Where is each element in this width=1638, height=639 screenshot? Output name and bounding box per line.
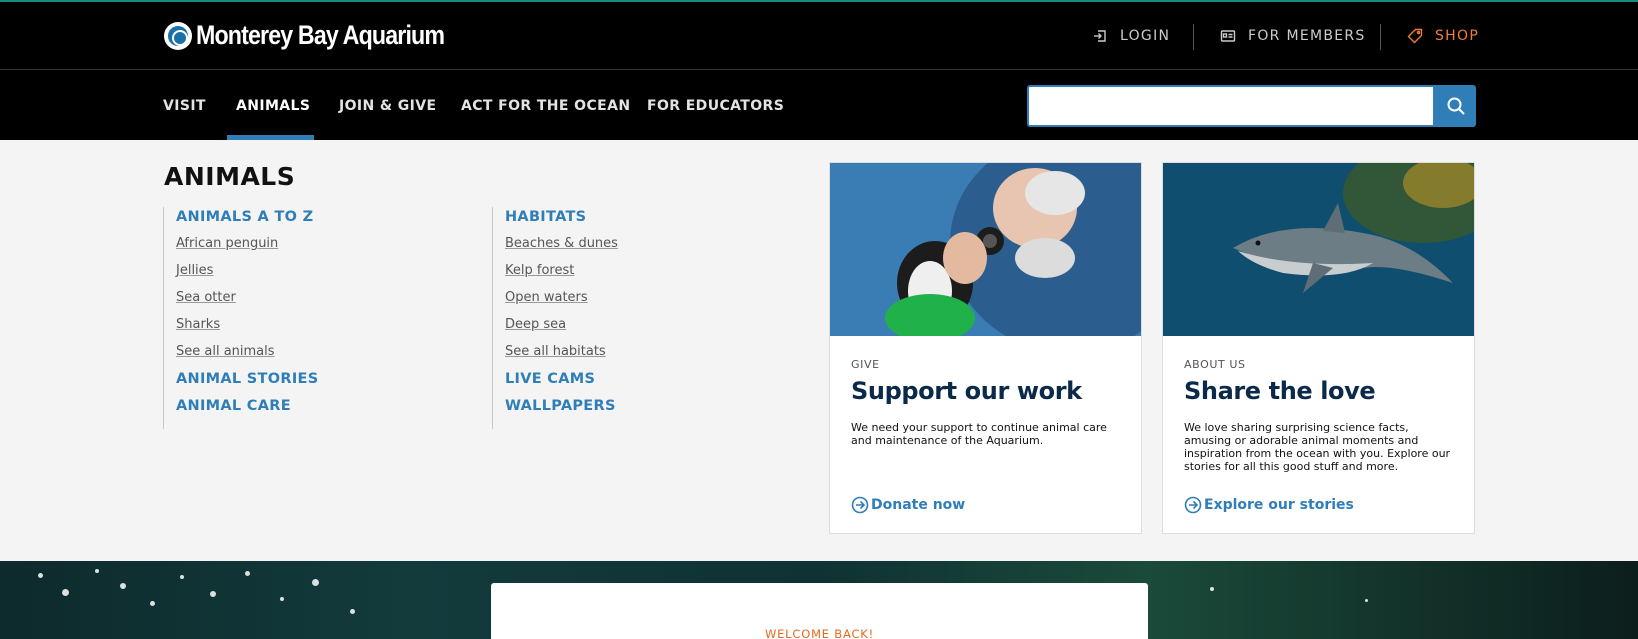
bubble — [1365, 599, 1368, 602]
wallpapers-link[interactable]: WALLPAPERS — [505, 396, 792, 423]
habitats-link[interactable]: HABITATS — [505, 207, 792, 234]
support-card[interactable]: GIVE Support our work We need your suppo… — [829, 162, 1142, 534]
animals-a-to-z-link[interactable]: ANIMALS A TO Z — [176, 207, 463, 234]
bubble — [210, 591, 216, 597]
login-label: LOGIN — [1120, 28, 1171, 44]
welcome-message: WELCOME BACK! — [764, 627, 875, 639]
menu-column-animals: ANIMALS A TO Z African penguin Jellies S… — [163, 207, 463, 429]
animal-stories-link[interactable]: ANIMAL STORIES — [176, 369, 463, 396]
search-button[interactable] — [1435, 85, 1476, 127]
search-input[interactable] — [1027, 85, 1435, 127]
menu-link-open-waters[interactable]: Open waters — [505, 288, 792, 315]
donate-now-label: Donate now — [871, 497, 966, 513]
top-bar: Monterey Bay Aquarium LOGIN FOR MEMBERS … — [0, 0, 1638, 70]
nav-item-join-give[interactable]: JOIN & GIVE — [339, 98, 437, 114]
animal-care-link[interactable]: ANIMAL CARE — [176, 396, 463, 423]
tag-icon — [1407, 28, 1423, 44]
live-cams-link[interactable]: LIVE CAMS — [505, 369, 792, 396]
logo-icon — [164, 21, 192, 50]
card-image-veterinarian-penguin — [830, 163, 1141, 336]
bubble — [350, 609, 355, 614]
bubble — [62, 589, 69, 596]
card-image-shark — [1163, 163, 1474, 336]
card-title: Support our work — [851, 377, 1082, 405]
member-card-icon — [1220, 30, 1236, 42]
menu-column-habitats: HABITATS Beaches & dunes Kelp forest Ope… — [492, 207, 792, 429]
menu-title: ANIMALS — [164, 162, 296, 191]
menu-link-see-all-habitats[interactable]: See all habitats — [505, 342, 792, 369]
nav-item-animals[interactable]: ANIMALS — [236, 98, 310, 114]
utility-divider — [1193, 24, 1194, 50]
card-tag: GIVE — [851, 358, 880, 371]
explore-our-stories-label: Explore our stories — [1204, 497, 1354, 513]
bubble — [120, 583, 126, 589]
logo-text: Monterey Bay Aquarium — [196, 20, 445, 50]
menu-link-beaches-dunes[interactable]: Beaches & dunes — [505, 234, 792, 261]
bubble — [245, 571, 250, 576]
card-title: Share the love — [1184, 377, 1376, 405]
card-description: We love sharing surprising science facts… — [1184, 421, 1451, 473]
bubble — [150, 601, 155, 606]
menu-link-sea-otter[interactable]: Sea otter — [176, 288, 463, 315]
nav-item-for-educators[interactable]: FOR EDUCATORS — [647, 98, 784, 114]
menu-link-kelp-forest[interactable]: Kelp forest — [505, 261, 792, 288]
site-logo[interactable]: Monterey Bay Aquarium — [164, 20, 485, 51]
main-nav: VISIT ANIMALS JOIN & GIVE ACT FOR THE OC… — [0, 70, 1638, 140]
card-tag: ABOUT US — [1184, 358, 1246, 371]
share-card[interactable]: ABOUT US Share the love We love sharing … — [1162, 162, 1475, 534]
welcome-card: WELCOME BACK! — [491, 583, 1148, 639]
for-members-link[interactable]: FOR MEMBERS — [1220, 28, 1366, 44]
for-members-label: FOR MEMBERS — [1248, 28, 1366, 44]
nav-item-visit[interactable]: VISIT — [163, 98, 206, 114]
donate-now-link[interactable]: Donate now — [851, 496, 965, 514]
utility-divider — [1380, 24, 1381, 50]
menu-link-deep-sea[interactable]: Deep sea — [505, 315, 792, 342]
bubble — [95, 569, 99, 573]
explore-our-stories-link[interactable]: Explore our stories — [1184, 496, 1354, 514]
bubble — [180, 575, 184, 579]
bubble — [312, 579, 319, 586]
active-nav-indicator — [227, 135, 314, 140]
menu-link-jellies[interactable]: Jellies — [176, 261, 463, 288]
arrow-circle-icon — [1184, 496, 1202, 514]
login-link[interactable]: LOGIN — [1092, 28, 1170, 44]
nav-item-act-for-the-ocean[interactable]: ACT FOR THE OCEAN — [461, 98, 630, 114]
veterinarian-penguin-illustration — [830, 163, 1141, 336]
shop-link[interactable]: SHOP — [1407, 28, 1479, 44]
arrow-circle-icon — [851, 496, 869, 514]
bubble — [1210, 587, 1214, 591]
menu-link-sharks[interactable]: Sharks — [176, 315, 463, 342]
shop-label: SHOP — [1435, 28, 1480, 44]
menu-link-see-all-animals[interactable]: See all animals — [176, 342, 463, 369]
bubble — [280, 597, 284, 601]
login-icon — [1094, 30, 1106, 42]
search-icon — [1447, 97, 1465, 115]
card-description: We need your support to continue animal … — [851, 421, 1107, 447]
menu-link-african-penguin[interactable]: African penguin — [176, 234, 463, 261]
shark-illustration — [1163, 163, 1474, 336]
bubble — [38, 573, 43, 578]
